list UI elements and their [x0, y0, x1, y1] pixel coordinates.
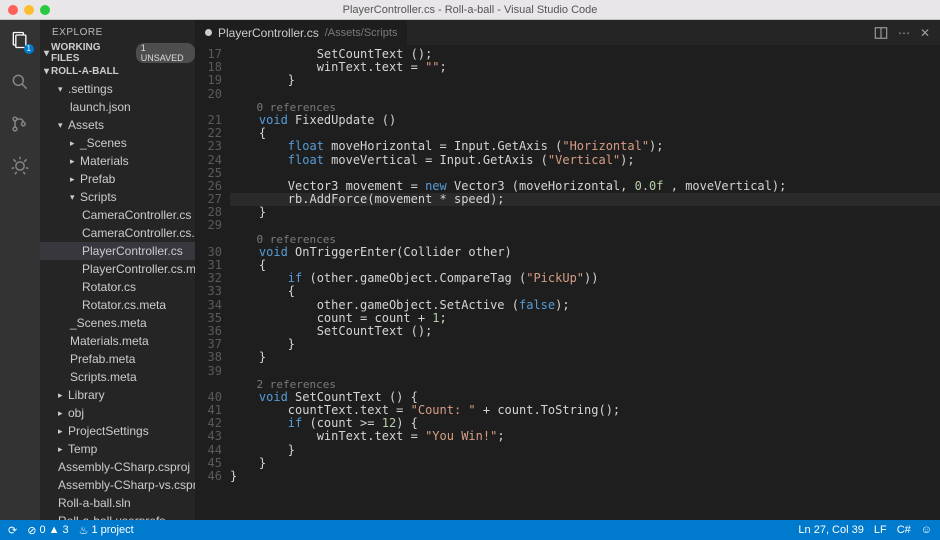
more-icon[interactable]: ⋯ [898, 26, 910, 40]
working-files-label: WORKING FILES [51, 42, 130, 64]
dirty-indicator-icon [205, 29, 212, 36]
file-materials-meta[interactable]: Materials.meta [40, 332, 195, 350]
status-bar: ⟳ ⊘ 0 ▲ 3 ♨ 1 project Ln 27, Col 39 LF C… [0, 520, 940, 540]
folder-library[interactable]: Library [40, 386, 195, 404]
file-cameracontroller-cs-meta[interactable]: CameraController.cs.meta [40, 224, 195, 242]
status-lang[interactable]: C# [897, 524, 911, 536]
file--scenes-meta[interactable]: _Scenes.meta [40, 314, 195, 332]
project-count: 1 project [91, 524, 133, 536]
search-icon[interactable] [8, 70, 32, 94]
file-scripts-meta[interactable]: Scripts.meta [40, 368, 195, 386]
status-cursor-pos[interactable]: Ln 27, Col 39 [798, 524, 863, 536]
warning-icon: ▲ [49, 524, 60, 536]
debug-icon[interactable] [8, 154, 32, 178]
line-gutter: 1718192021222324252627282930313233343536… [195, 46, 230, 520]
split-editor-icon[interactable] [874, 26, 888, 40]
file-playercontroller-cs[interactable]: PlayerController.cs [40, 242, 195, 260]
explorer-badge: 1 [24, 44, 34, 54]
window-title: PlayerController.cs - Roll-a-ball - Visu… [0, 4, 940, 16]
file-assembly-csharp-csproj[interactable]: Assembly-CSharp.csproj [40, 458, 195, 476]
folder--settings[interactable]: .settings [40, 80, 195, 98]
code-editor[interactable]: 1718192021222324252627282930313233343536… [195, 46, 940, 520]
file-assembly-csharp-vs-csproj[interactable]: Assembly-CSharp-vs.csproj [40, 476, 195, 494]
file-rotator-cs-meta[interactable]: Rotator.cs.meta [40, 296, 195, 314]
error-count: 0 [39, 524, 45, 536]
folder-assets[interactable]: Assets [40, 116, 195, 134]
minimize-icon[interactable] [24, 5, 34, 15]
window-controls [0, 5, 50, 15]
git-icon[interactable] [8, 112, 32, 136]
code-content[interactable]: SetCountText (); winText.text = ""; } 0 … [230, 46, 940, 520]
editor-group: PlayerController.cs /Assets/Scripts ⋯ ✕ … [195, 20, 940, 520]
status-omnisharp[interactable]: ♨ 1 project [79, 524, 134, 537]
folder-temp[interactable]: Temp [40, 440, 195, 458]
tab-bar: PlayerController.cs /Assets/Scripts ⋯ ✕ [195, 20, 940, 46]
folder-materials[interactable]: Materials [40, 152, 195, 170]
file-tree: .settingslaunch.jsonAssets_ScenesMateria… [40, 80, 195, 520]
folder--scenes[interactable]: _Scenes [40, 134, 195, 152]
folder-prefab[interactable]: Prefab [40, 170, 195, 188]
project-header[interactable]: ▾ ROLL-A-BALL [40, 62, 195, 80]
working-files-header[interactable]: ▾ WORKING FILES 1 UNSAVED [40, 44, 195, 62]
project-label: ROLL-A-BALL [51, 66, 119, 77]
editor-actions: ⋯ ✕ [874, 26, 940, 40]
file-rotator-cs[interactable]: Rotator.cs [40, 278, 195, 296]
folder-obj[interactable]: obj [40, 404, 195, 422]
file-prefab-meta[interactable]: Prefab.meta [40, 350, 195, 368]
tab-filename: PlayerController.cs [218, 26, 319, 40]
file-roll-a-ball-sln[interactable]: Roll-a-ball.sln [40, 494, 195, 512]
smiley-icon: ☺ [921, 524, 932, 536]
error-icon: ⊘ [27, 524, 36, 537]
flame-icon: ♨ [79, 524, 89, 537]
close-editor-icon[interactable]: ✕ [920, 26, 930, 40]
file-roll-a-ball-userprefs[interactable]: Roll-a-ball.userprefs [40, 512, 195, 520]
close-icon[interactable] [8, 5, 18, 15]
tab-playercontroller[interactable]: PlayerController.cs /Assets/Scripts [195, 20, 407, 45]
status-errors[interactable]: ⊘ 0 ▲ 3 [27, 524, 68, 537]
folder-projectsettings[interactable]: ProjectSettings [40, 422, 195, 440]
status-feedback[interactable]: ☺ [921, 524, 932, 536]
titlebar: PlayerController.cs - Roll-a-ball - Visu… [0, 0, 940, 20]
folder-scripts[interactable]: Scripts [40, 188, 195, 206]
status-sync[interactable]: ⟳ [8, 524, 17, 537]
status-eol[interactable]: LF [874, 524, 887, 536]
file-cameracontroller-cs[interactable]: CameraController.cs [40, 206, 195, 224]
activity-bar: 1 [0, 20, 40, 520]
unsaved-badge: 1 UNSAVED [136, 43, 195, 63]
file-playercontroller-cs-meta[interactable]: PlayerController.cs.meta [40, 260, 195, 278]
explorer-icon[interactable]: 1 [8, 28, 32, 52]
sync-icon: ⟳ [8, 524, 17, 537]
sidebar: EXPLORE ▾ WORKING FILES 1 UNSAVED ▾ ROLL… [40, 20, 195, 520]
sidebar-title: EXPLORE [40, 20, 195, 44]
file-launch-json[interactable]: launch.json [40, 98, 195, 116]
maximize-icon[interactable] [40, 5, 50, 15]
tab-path: /Assets/Scripts [325, 27, 398, 39]
warning-count: 3 [62, 524, 68, 536]
